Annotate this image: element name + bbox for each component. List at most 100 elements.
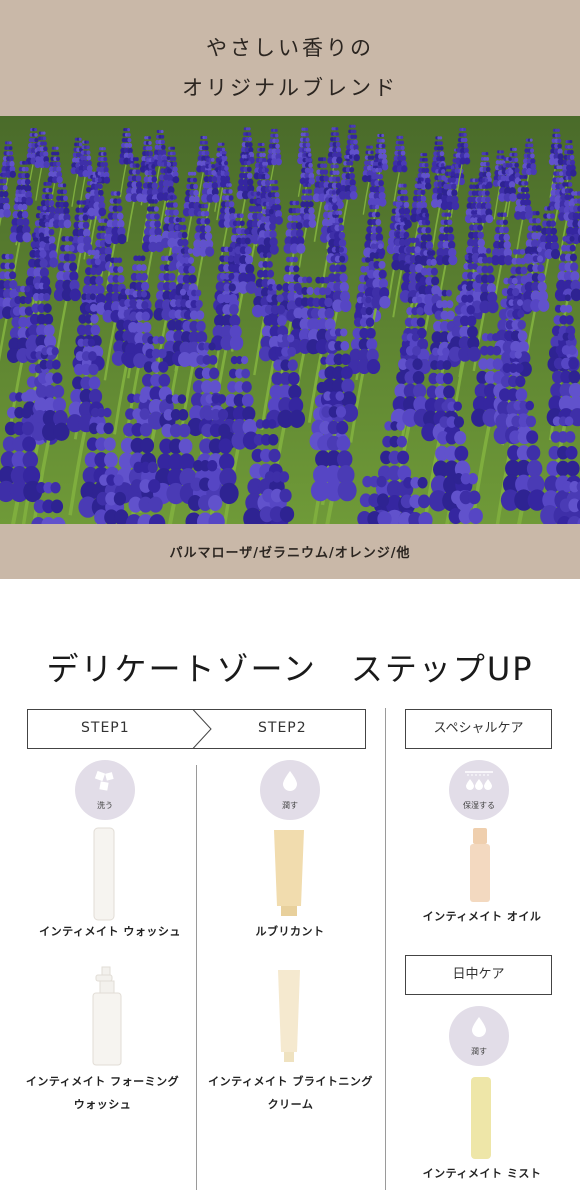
muscari-floret [211,163,216,169]
muscari-floret [166,156,171,161]
muscari-floret [139,393,148,404]
muscari-floret [2,184,8,191]
muscari-floret [431,276,440,286]
muscari-floret [268,433,279,446]
wash-circle: 洗う [75,760,135,820]
muscari-floret [241,381,252,393]
muscari-floret [22,232,32,243]
muscari-floret [24,166,29,172]
brightening-cream-name-2: クリーム [267,1098,314,1111]
muscari-floret [468,507,483,524]
muscari-floret [223,151,227,155]
muscari-floret [24,178,31,186]
muscari-floret [366,338,378,351]
muscari-floret [349,160,354,166]
muscari-floret [24,160,28,165]
muscari-floret [442,347,450,356]
special-care-label: スペシャルケア [405,709,552,749]
muscari-floret [247,132,252,136]
muscari-floret [447,233,455,242]
muscari-floret [492,333,500,342]
muscari-floret [477,231,485,239]
intimate-mist-bottle[interactable] [470,1075,492,1165]
muscari-floret [248,146,254,153]
muscari-floret [140,437,155,454]
muscari-floret [365,296,372,304]
muscari-floret [353,154,360,162]
muscari-floret [338,224,345,232]
muscari-floret [538,299,550,312]
muscari-floret [43,151,49,157]
muscari-floret [424,157,428,162]
muscari-floret [425,241,434,250]
muscari-floret [403,217,408,223]
intimate-oil-bottle[interactable] [469,826,491,908]
muscari-floret [172,146,176,150]
muscari-floret [116,198,122,204]
muscari-floret [48,236,56,244]
muscari-floret [228,293,238,304]
muscari-floret [279,471,290,483]
muscari-floret [447,212,452,217]
muscari-floret [550,234,559,244]
muscari-floret [417,494,431,509]
muscari-floret [339,264,347,273]
muscari-floret [204,203,209,209]
muscari-floret [559,171,564,176]
muscari-floret [261,152,266,158]
muscari-floret [378,185,385,194]
muscari-floret [295,200,300,206]
muscari-floret [86,150,91,155]
muscari-floret [8,253,14,260]
foaming-wash-bottle[interactable] [90,965,124,1071]
muscari-floret [42,282,49,290]
muscari-floret [277,315,287,327]
muscari-floret [353,134,358,139]
muscari-floret [348,154,353,159]
muscari-floret [379,295,391,309]
muscari-floret [484,184,489,190]
muscari-floret [514,167,520,174]
muscari-floret [167,168,172,174]
muscari-floret [529,143,534,148]
muscari-floret [400,135,404,139]
muscari-floret [103,407,112,418]
muscari-floret [477,238,486,248]
muscari-floret [43,303,52,313]
muscari-floret [204,218,211,225]
muscari-floret [204,140,208,145]
muscari-floret [509,193,517,202]
muscari-floret [21,217,30,227]
muscari-floret [275,133,279,138]
muscari-floret [256,191,261,196]
muscari-floret [49,257,59,268]
muscari-floret [228,283,236,292]
muscari-floret [476,210,481,215]
muscari-floret [94,249,100,256]
muscari-floret [82,221,90,229]
intimate-wash-bottle[interactable] [93,826,115,926]
muscari-floret [568,370,580,384]
lubricant-tube[interactable] [271,828,307,922]
muscari-floret [279,506,295,523]
muscari-floret [339,255,346,263]
muscari-floret [430,267,438,276]
muscari-floret [117,257,123,264]
muscari-floret [287,334,295,343]
muscari-floret [158,361,169,373]
muscari-floret [502,212,507,218]
muscari-floret [417,477,428,489]
muscari-floret [151,164,156,169]
muscari-floret [48,243,57,252]
muscari-floret [414,255,422,264]
brightening-cream-tube[interactable] [276,968,302,1068]
moisture-retention-icon [449,769,509,797]
muscari-floret [295,207,301,214]
muscari-floret [161,144,166,150]
muscari-floret [193,189,199,197]
muscari-floret [454,431,467,445]
muscari-floret [42,136,47,141]
muscari-floret [103,422,114,435]
banner-line-2: オリジナルブレンド [182,76,398,100]
muscari-floret [167,174,173,181]
